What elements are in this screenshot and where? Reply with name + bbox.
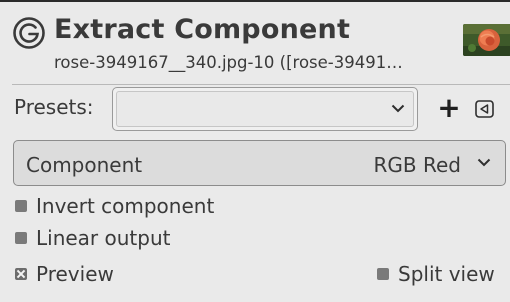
split-view-label: Split view [398,262,495,286]
component-label: Component [26,153,143,177]
window-top-border [0,0,510,2]
component-value[interactable]: RGB Red [374,153,461,177]
invert-component-label: Invert component [36,194,215,218]
component-select[interactable]: Component RGB Red [13,140,506,186]
add-preset-button[interactable]: + [436,94,462,122]
checkbox-box[interactable] [15,200,27,212]
gimp-filter-icon [13,17,45,49]
invert-component-checkbox[interactable]: Invert component [15,194,214,218]
chevron-down-icon[interactable] [391,104,405,113]
presets-label: Presets: [14,95,94,119]
header-divider [12,84,510,85]
presets-input[interactable] [116,91,414,127]
extract-component-dialog: Extract Component rose-3949167__340.jpg-… [0,0,510,302]
image-subtitle: rose-3949167__340.jpg-10 ([rose-39491… [54,53,403,72]
preview-checkbox[interactable]: Preview [15,262,114,286]
split-view-checkbox[interactable]: Split view [377,262,495,286]
menu-left-triangle-icon[interactable] [475,100,494,118]
checkbox-box[interactable] [377,268,389,280]
dialog-header: Extract Component rose-3949167__340.jpg-… [12,10,510,78]
checkbox-checked-box[interactable] [15,268,27,280]
dialog-title: Extract Component [54,14,351,45]
presets-combo[interactable] [112,87,418,131]
preview-label: Preview [36,262,114,286]
checkbox-box[interactable] [15,232,27,244]
linear-output-label: Linear output [36,226,171,250]
chevron-down-icon[interactable] [477,158,491,167]
rose-image-thumbnail [463,24,510,56]
linear-output-checkbox[interactable]: Linear output [15,226,170,250]
